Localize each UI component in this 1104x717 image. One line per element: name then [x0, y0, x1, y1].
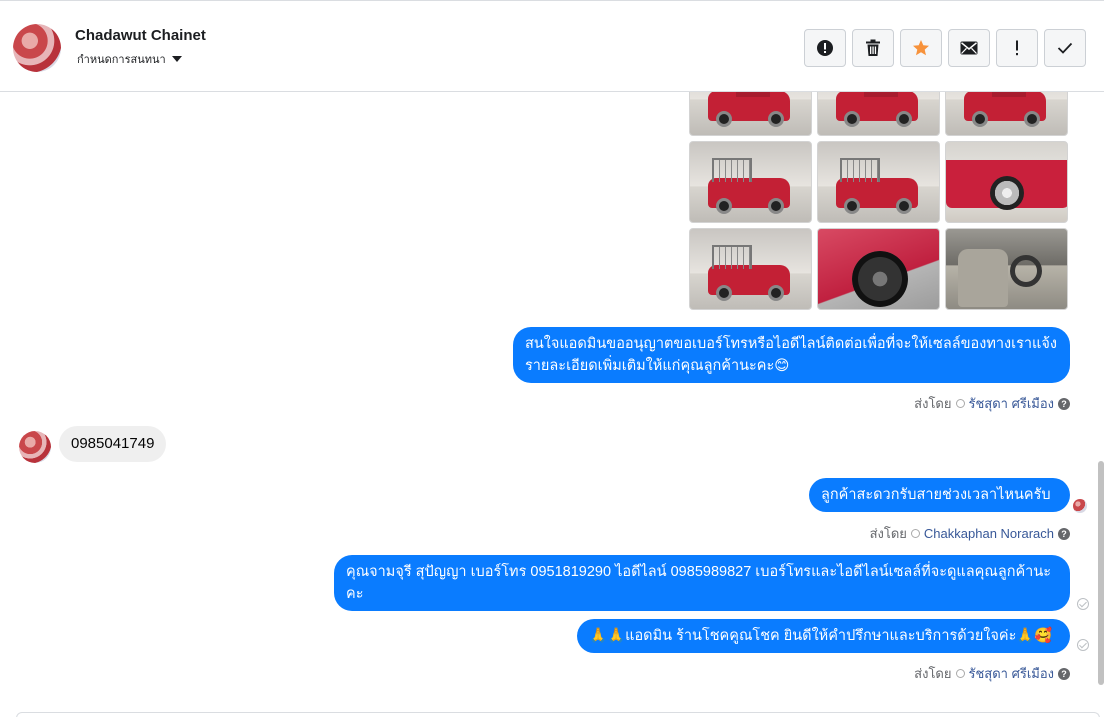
- sent-by-name[interactable]: รัชสุดา ศรีเมือง: [969, 393, 1055, 414]
- message-text: สนใจแอดมินขออนุญาตขอเบอร์โทรหรือไอดีไลน์…: [525, 336, 1057, 374]
- truck-photo-4[interactable]: [689, 141, 812, 223]
- help-icon[interactable]: ?: [1058, 667, 1070, 680]
- message-text: ลูกค้าสะดวกรับสายช่วงเวลาไหนครับ: [821, 487, 1051, 503]
- sent-by-prefix: ส่งโดย: [914, 396, 952, 411]
- envelope-icon: [960, 41, 978, 55]
- delete-button[interactable]: [852, 29, 894, 67]
- conversation-header: Chadawut Chainet กำหนดการสนทนา: [0, 0, 1104, 92]
- photo-attachment-grid: [689, 92, 1068, 310]
- alert-circle-icon: [817, 40, 833, 56]
- thread-scrollbar[interactable]: [1098, 461, 1104, 685]
- sent-by-info: ส่งโดย Chakkaphan Norarach ?: [870, 523, 1070, 544]
- truck-photo-9[interactable]: [945, 228, 1068, 310]
- conversation-toolbar: [804, 29, 1086, 67]
- truck-photo-2[interactable]: [817, 92, 940, 136]
- agent-status-icon: [910, 529, 920, 538]
- contact-avatar[interactable]: [13, 24, 61, 72]
- truck-photo-1[interactable]: [689, 92, 812, 136]
- message-composer[interactable]: [16, 712, 1100, 717]
- agent-status-icon: [955, 669, 965, 678]
- contact-name[interactable]: Chadawut Chainet: [75, 27, 206, 44]
- truck-photo-7[interactable]: [689, 228, 812, 310]
- conversation-action-label: กำหนดการสนทนา: [77, 54, 166, 66]
- outgoing-message[interactable]: 🙏🙏แอดมิน ร้านโชคคูณโชค ยินดีให้คำปรึกษาแ…: [577, 619, 1070, 653]
- sent-by-name[interactable]: รัชสุดา ศรีเมือง: [969, 663, 1055, 684]
- truck-photo-5[interactable]: [817, 141, 940, 223]
- message-text: คุณจามจุรี สุปัญญา เบอร์โทร 0951819290 ไ…: [346, 564, 1052, 602]
- incoming-message[interactable]: 0985041749: [59, 426, 167, 462]
- caret-down-icon: [171, 56, 182, 62]
- contact-avatar-small[interactable]: [19, 431, 51, 463]
- outgoing-message[interactable]: ลูกค้าสะดวกรับสายช่วงเวลาไหนครับ: [809, 478, 1070, 512]
- truck-photo-8[interactable]: [817, 228, 940, 310]
- mark-spam-button[interactable]: [804, 29, 846, 67]
- conversation-action-dropdown[interactable]: กำหนดการสนทนา: [77, 50, 182, 68]
- delivered-check-icon: [1077, 639, 1089, 651]
- exclamation-icon: [1016, 40, 1018, 56]
- star-icon: [913, 40, 929, 56]
- trash-icon: [866, 39, 880, 56]
- message-text: 0985041749: [71, 435, 155, 452]
- checkmark-icon: [1057, 42, 1073, 54]
- outgoing-message[interactable]: สนใจแอดมินขออนุญาตขอเบอร์โทรหรือไอดีไลน์…: [513, 327, 1070, 383]
- sent-by-prefix: ส่งโดย: [914, 666, 952, 681]
- mark-done-button[interactable]: [1044, 29, 1086, 67]
- help-icon[interactable]: ?: [1058, 527, 1070, 540]
- sent-by-info: ส่งโดย รัชสุดา ศรีเมือง ?: [914, 663, 1070, 684]
- seen-avatar: [1073, 499, 1087, 513]
- outgoing-message[interactable]: คุณจามจุรี สุปัญญา เบอร์โทร 0951819290 ไ…: [334, 555, 1070, 611]
- truck-photo-3[interactable]: [945, 92, 1068, 136]
- star-button[interactable]: [900, 29, 942, 67]
- message-thread[interactable]: สนใจแอดมินขออนุญาตขอเบอร์โทรหรือไอดีไลน์…: [0, 92, 1104, 717]
- sent-by-prefix: ส่งโดย: [869, 526, 907, 541]
- follow-up-button[interactable]: [996, 29, 1038, 67]
- agent-status-icon: [955, 399, 965, 408]
- message-text: 🙏🙏แอดมิน ร้านโชคคูณโชค ยินดีให้คำปรึกษาแ…: [589, 628, 1053, 644]
- mark-unread-button[interactable]: [948, 29, 990, 67]
- truck-photo-6[interactable]: [945, 141, 1068, 223]
- delivered-check-icon: [1077, 598, 1089, 610]
- help-icon[interactable]: ?: [1058, 397, 1070, 410]
- sent-by-name[interactable]: Chakkaphan Norarach: [924, 526, 1054, 541]
- sent-by-info: ส่งโดย รัชสุดา ศรีเมือง ?: [914, 393, 1070, 414]
